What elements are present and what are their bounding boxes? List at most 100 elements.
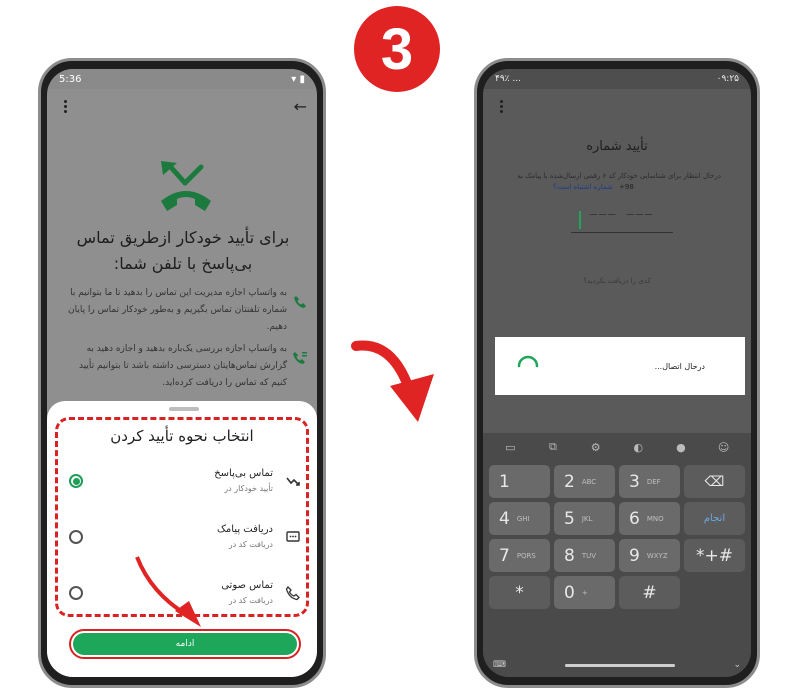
- verification-code-input[interactable]: ––– –––: [571, 207, 673, 233]
- verification-method-sheet: انتخاب نحوه تأیید کردن تماس بی‌پاسخ تأیی…: [47, 401, 317, 677]
- verify-number-screen: ۴۹٪ ... ۰۹:۲۵ تأیید شماره درحال انتظار ب…: [483, 69, 751, 677]
- overflow-menu-icon[interactable]: [57, 99, 73, 113]
- hide-keyboard-icon[interactable]: ⌄: [733, 660, 741, 670]
- call-log-icon: [293, 352, 307, 364]
- copy-icon[interactable]: ⧉: [543, 440, 563, 454]
- keypad-key[interactable]: 3 DEF: [619, 465, 680, 498]
- key-digit: 9: [629, 545, 640, 566]
- keypad-key[interactable]: 8 TUV: [554, 539, 615, 572]
- numeric-keyboard: ▭ ⧉ ⚙ ◐ ● ☺ 1 2 ABC 3 DEF ⌫ 4 GHI 5 JKL 6 MNO انجام 7…: [483, 433, 751, 677]
- key-digit: 1: [499, 471, 510, 492]
- mic-icon[interactable]: ●: [671, 441, 691, 454]
- option-subtitle: دریافت کد در: [228, 540, 273, 549]
- whatsapp-verify-method-screen: 5:36 ▾ ▮ ← برای تأیید خودکار ازطریق تماس…: [47, 69, 317, 677]
- key-letters: WXYZ: [646, 551, 668, 560]
- missed-call-icon: [286, 477, 300, 486]
- right-phone: ۴۹٪ ... ۰۹:۲۵ تأیید شماره درحال انتظار ب…: [474, 58, 760, 688]
- step-number-badge: 3: [354, 6, 440, 92]
- key-letters: DEF: [646, 477, 661, 486]
- description-row: به واتساپ اجازه مدیریت این تماس را بدهید…: [67, 285, 307, 336]
- keypad-key[interactable]: 1: [489, 465, 550, 498]
- status-left-info: ۴۹٪ ...: [495, 74, 521, 84]
- transition-arrow-icon: [351, 340, 434, 422]
- toolbar: ←: [47, 89, 317, 123]
- text-caret: [579, 211, 581, 229]
- key-letters: ABC: [581, 477, 597, 486]
- description-text: به واتساپ اجازه بررسی یک‌باره بدهید و اج…: [78, 344, 287, 388]
- key-digit: 5: [564, 508, 575, 529]
- option-subtitle: تأیید خودکار در: [224, 484, 273, 493]
- status-bar: ۴۹٪ ... ۰۹:۲۵: [483, 69, 751, 89]
- radio-unselected[interactable]: [69, 530, 83, 544]
- keypad-key[interactable]: #: [619, 576, 680, 609]
- key-label: *: [515, 582, 524, 603]
- key-digit: 0: [564, 582, 575, 603]
- keypad-key[interactable]: *+#: [684, 539, 745, 572]
- keypad-key[interactable]: 6 MNO: [619, 502, 680, 535]
- sms-icon: [286, 531, 300, 542]
- done-key[interactable]: انجام: [684, 502, 745, 535]
- option-title: تماس بی‌پاسخ: [214, 468, 273, 479]
- key-digit: 2: [564, 471, 575, 492]
- dialog-message: درحال اتصال...: [654, 361, 705, 371]
- option-title: تماس صوتی: [221, 580, 273, 591]
- keypad-key[interactable]: 4 GHI: [489, 502, 550, 535]
- verification-description: درحال انتظار برای شناسایی خودکار کد ۶ رق…: [517, 172, 721, 180]
- phone-icon: [285, 586, 300, 601]
- keypad-key[interactable]: 5 JKL: [554, 502, 615, 535]
- option-missed-call[interactable]: تماس بی‌پاسخ تأیید خودکار در: [69, 461, 301, 501]
- option-voice-call[interactable]: تماس صوتی دریافت کد در: [69, 573, 301, 613]
- keypad-key[interactable]: *: [489, 576, 550, 609]
- status-time: 5:36: [59, 73, 82, 85]
- theme-icon[interactable]: ◐: [628, 441, 648, 454]
- resend-code-link[interactable]: کدی را دریافت نکردید؟: [483, 277, 751, 285]
- missed-call-illustration-icon: [161, 161, 211, 211]
- backspace-key[interactable]: ⌫: [684, 465, 745, 498]
- connecting-dialog: درحال اتصال...: [495, 337, 745, 395]
- clipboard-icon[interactable]: ▭: [500, 441, 520, 454]
- key-letters: TUV: [581, 551, 597, 560]
- option-title: دریافت پیامک: [216, 524, 273, 535]
- toolbar: [483, 89, 751, 123]
- emoji-icon[interactable]: ☺: [714, 441, 734, 454]
- key-letters: +: [581, 588, 588, 597]
- keyboard-toolbar: ▭ ⧉ ⚙ ◐ ● ☺: [483, 433, 751, 461]
- continue-button[interactable]: ادامه: [69, 629, 301, 659]
- phone-number-prefix: +98: [619, 183, 634, 191]
- page-title: تأیید شماره: [586, 139, 648, 154]
- key-digit: 6: [629, 508, 640, 529]
- key-letters: MNO: [646, 514, 664, 523]
- wrong-number-link[interactable]: شماره اشتباه است؟: [553, 183, 613, 191]
- nav-bar: ⌨ ⌄: [483, 653, 751, 677]
- home-indicator[interactable]: [564, 663, 675, 667]
- key-digit: 8: [564, 545, 575, 566]
- continue-button-label[interactable]: ادامه: [73, 633, 297, 655]
- option-subtitle: دریافت کد در: [228, 596, 273, 605]
- key-digit: 7: [499, 545, 510, 566]
- key-digit: 4: [499, 508, 510, 529]
- option-sms[interactable]: دریافت پیامک دریافت کد در: [69, 517, 301, 557]
- status-time: ۰۹:۲۵: [716, 74, 739, 84]
- back-arrow-icon[interactable]: ←: [294, 97, 307, 116]
- radio-selected[interactable]: [69, 474, 83, 488]
- settings-icon[interactable]: ⚙: [586, 441, 606, 454]
- keypad-key[interactable]: 9 WXYZ: [619, 539, 680, 572]
- radio-unselected[interactable]: [69, 586, 83, 600]
- key-digit: 3: [629, 471, 640, 492]
- keypad-key[interactable]: 2 ABC: [554, 465, 615, 498]
- key-label: ⌫: [704, 473, 725, 490]
- key-letters: PQRS: [516, 551, 536, 560]
- key-label: #: [642, 582, 657, 603]
- left-phone: 5:36 ▾ ▮ ← برای تأیید خودکار ازطریق تماس…: [38, 58, 326, 688]
- keypad-key[interactable]: 7 PQRS: [489, 539, 550, 572]
- keypad-key[interactable]: 0 +: [554, 576, 615, 609]
- loading-spinner-icon: [517, 355, 539, 368]
- page-headline: برای تأیید خودکار ازطریق تماس بی‌پاسخ با…: [76, 228, 290, 273]
- status-bar: 5:36 ▾ ▮: [47, 69, 317, 89]
- keyboard-switch-icon[interactable]: ⌨: [493, 660, 506, 670]
- key-letters: GHI: [516, 514, 530, 523]
- sheet-drag-handle[interactable]: [169, 407, 199, 411]
- sheet-title: انتخاب نحوه تأیید کردن: [110, 427, 254, 445]
- key-letters: JKL: [581, 514, 593, 523]
- overflow-menu-icon[interactable]: [493, 99, 509, 113]
